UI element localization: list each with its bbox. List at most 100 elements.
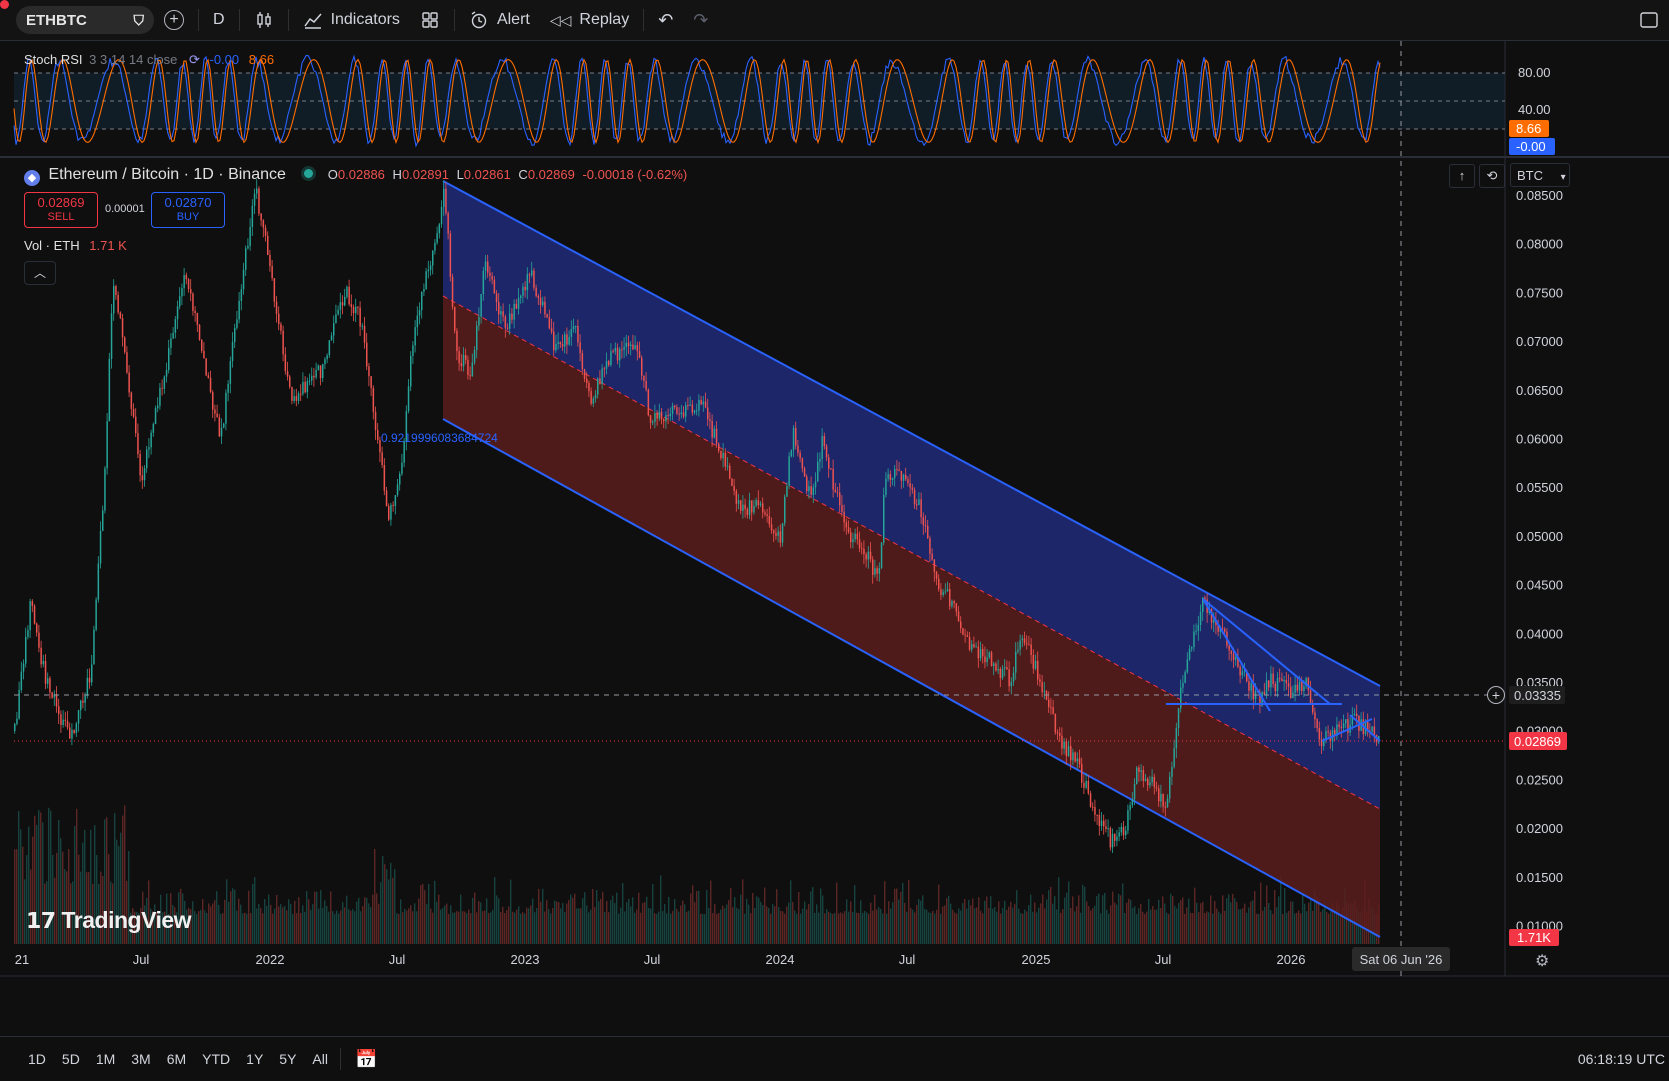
replay-button[interactable]: ◁◁ Replay [540, 0, 639, 40]
interval-button[interactable]: D [203, 0, 235, 40]
settings-gear-icon[interactable]: ⚙ [1535, 951, 1549, 971]
undo-button[interactable]: ↶ [648, 0, 683, 40]
candle-body [20, 671, 23, 690]
candle-body [949, 589, 951, 607]
sell-button[interactable]: 0.02869 SELL [24, 192, 98, 228]
volume-bar [1266, 885, 1268, 944]
chart-type-button[interactable] [244, 0, 284, 40]
indicators-button[interactable]: Indicators [293, 0, 410, 40]
volume-bar [526, 907, 528, 944]
candle-body [1191, 647, 1193, 649]
utc-clock[interactable]: 06:18:19 UTC [1578, 1051, 1665, 1067]
compare-button[interactable]: + [154, 0, 194, 40]
range-3m[interactable]: 3M [123, 1051, 158, 1067]
candle-body [1092, 806, 1094, 808]
candle-body [368, 366, 370, 377]
volume-bar [744, 913, 746, 944]
range-5y[interactable]: 5Y [271, 1051, 304, 1067]
range-6m[interactable]: 6M [159, 1051, 194, 1067]
add-price-button[interactable]: + [1487, 686, 1505, 704]
volume-bar [1050, 886, 1052, 944]
candle-body [1001, 668, 1004, 678]
layouts-button[interactable] [410, 0, 450, 40]
watermark-text: TradingView [61, 907, 192, 933]
candle-body [812, 487, 815, 495]
price-axis-tick: 0.01500 [1516, 870, 1563, 885]
volume-bar [504, 913, 506, 944]
volume-bar [720, 909, 722, 944]
candle-body [1052, 707, 1054, 714]
volume-bar [872, 910, 874, 944]
volume-bar [1334, 909, 1336, 944]
candle-body [1371, 726, 1373, 732]
range-all[interactable]: All [304, 1051, 336, 1067]
currency-select[interactable]: BTC ▾ [1510, 163, 1570, 187]
volume-bar [1294, 913, 1296, 944]
candle-body [700, 399, 702, 405]
range-1d[interactable]: 1D [20, 1051, 54, 1067]
volume-bar [568, 900, 570, 944]
candle-body [1030, 644, 1032, 656]
candle-body [913, 489, 916, 505]
alert-button[interactable]: Alert [459, 0, 540, 40]
refresh-icon[interactable]: ⟳ [189, 52, 200, 67]
volume-bar [306, 891, 308, 944]
volume-bar [1062, 909, 1064, 944]
range-5d[interactable]: 5D [54, 1051, 88, 1067]
volume-bar [742, 879, 744, 944]
candle-body [427, 269, 430, 272]
candle-body [891, 477, 894, 480]
volume-bar [1302, 893, 1304, 944]
volume-bar [562, 902, 564, 944]
buy-button[interactable]: 0.02870 BUY [151, 192, 225, 228]
candle-body [1235, 656, 1237, 660]
volume-bar [824, 913, 826, 944]
volume-bar [494, 877, 496, 944]
candle-body [1283, 680, 1285, 682]
volume-bar [962, 903, 964, 944]
volume-bar [730, 887, 732, 944]
price-axis-tick: 0.05000 [1516, 529, 1563, 544]
divider [453, 9, 455, 31]
symbol-search[interactable]: ETHBTC ⛉ [16, 6, 154, 34]
date-range-button[interactable]: 📅 [355, 1049, 377, 1070]
range-ytd[interactable]: YTD [194, 1051, 238, 1067]
volume-bar [1020, 913, 1022, 944]
reset-scale-button[interactable]: ⟲ [1479, 164, 1505, 188]
chart-canvas[interactable]: 80.00 40.00 8.66 -0.00 0.08500 0.08000 0.07500… [0, 41, 1669, 1035]
scroll-up-button[interactable]: ↑ [1449, 164, 1475, 188]
volume-bar [918, 899, 920, 944]
collapse-legend-button[interactable]: ︿ [24, 261, 56, 285]
volume-bar [324, 900, 326, 944]
volume-bar [808, 903, 810, 944]
candle-body [845, 522, 848, 528]
candle-body [1162, 793, 1164, 807]
range-1m[interactable]: 1M [88, 1051, 123, 1067]
candle-body [478, 316, 480, 326]
shield-icon[interactable]: ⛉ [134, 12, 145, 29]
candle-body [702, 401, 705, 405]
fullscreen-button[interactable] [1629, 0, 1669, 40]
candle-body [218, 417, 221, 437]
candle-body [509, 313, 511, 329]
candle-body [91, 664, 93, 683]
candle-body [1017, 649, 1019, 652]
volume-bar [1072, 896, 1074, 944]
volume-bar [898, 899, 900, 944]
range-1y[interactable]: 1Y [238, 1051, 271, 1067]
volume-legend[interactable]: Vol · ETH 1.71 K [24, 238, 127, 253]
chart-area[interactable]: 80.00 40.00 8.66 -0.00 0.08500 0.08000 0.07500… [0, 41, 1669, 1035]
candle-body [561, 343, 564, 347]
candle-body [115, 286, 117, 295]
candle-body [1318, 728, 1321, 740]
main-legend[interactable]: ◆ Ethereum / Bitcoin · 1D · Binance O0.0… [24, 166, 687, 186]
refresh-icon: ⟲ [1486, 168, 1498, 183]
candle-body [843, 511, 845, 523]
candle-body [108, 358, 111, 422]
candle-body [878, 568, 881, 574]
volume-bar [630, 906, 632, 944]
candle-body [1034, 660, 1037, 669]
volume-bar [400, 899, 402, 944]
redo-button[interactable]: ↷ [683, 0, 718, 40]
stoch-legend[interactable]: Stoch RSI 3 3 14 14 close ⟳ -0.00 8.66 [24, 52, 274, 68]
